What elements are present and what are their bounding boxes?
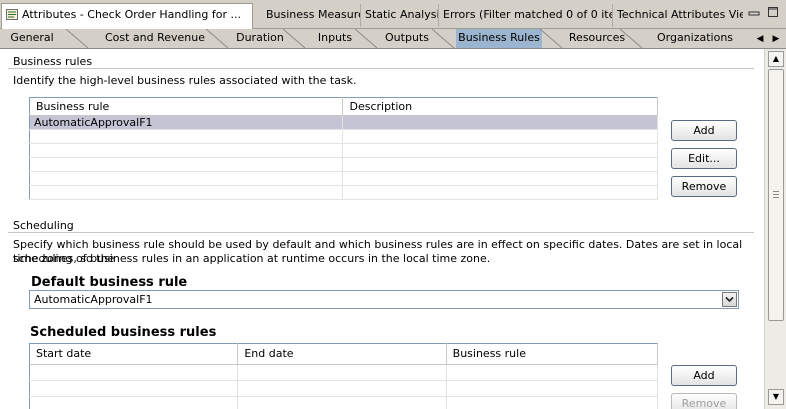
column-end-date[interactable]: End date (237, 343, 447, 365)
tab-errors-label: Errors (Filter matched 0 of 0 items) (443, 8, 612, 21)
table-row[interactable] (29, 364, 659, 381)
column-description[interactable]: Description (342, 97, 658, 116)
table-row[interactable] (29, 143, 658, 158)
tab-scroll-left-icon[interactable]: ◀ (754, 32, 766, 46)
cell-business-rule[interactable]: AutomaticApprovalF1 (29, 115, 344, 130)
scheduling-description-2: scheduling of business rules in an appli… (13, 252, 491, 265)
default-rule-dropdown[interactable]: AutomaticApprovalF1 (29, 290, 739, 309)
column-business-rule[interactable]: Business rule (446, 343, 659, 365)
scroll-up-icon[interactable]: ▲ (768, 51, 784, 67)
tab-separators (65, 29, 643, 48)
table-row[interactable] (29, 157, 658, 172)
table-header-row: Start date End date Business rule (29, 343, 659, 365)
table-row[interactable] (29, 380, 659, 397)
cell-description[interactable] (342, 115, 658, 130)
business-rules-description: Identify the high-level business rules a… (13, 74, 357, 87)
column-start-date[interactable]: Start date (29, 343, 239, 365)
edit-rule-button[interactable]: Edit... (671, 148, 737, 169)
add-rule-button[interactable]: Add (671, 120, 737, 141)
view-tab-bar: Attributes - Check Order Handling for ..… (0, 0, 786, 29)
business-rules-header: Business rules (13, 55, 93, 68)
table-row[interactable] (29, 129, 658, 144)
business-rules-table[interactable]: Business rule Description AutomaticAppro… (29, 97, 658, 200)
scrollbar-thumb[interactable] (768, 69, 784, 321)
scheduling-header: Scheduling (13, 219, 74, 232)
table-row[interactable] (29, 396, 659, 409)
divider (8, 232, 754, 233)
minimize-icon[interactable] (746, 6, 762, 22)
tab-scroll-right-icon[interactable]: ▶ (770, 32, 782, 46)
default-rule-header: Default business rule (31, 275, 188, 290)
table-row[interactable]: AutomaticApprovalF1 (29, 115, 658, 130)
tab-attributes-label: Attributes - Check Order Handling for ..… (22, 8, 241, 21)
tab-static-analysis-label: Static Analysis (365, 8, 439, 21)
table-row[interactable] (29, 185, 658, 200)
column-business-rule[interactable]: Business rule (29, 97, 344, 116)
tab-technical-attributes-label: Technical Attributes View (617, 8, 743, 21)
remove-schedule-button[interactable]: Remove (671, 393, 737, 409)
tab-errors[interactable]: Errors (Filter matched 0 of 0 items) (439, 4, 613, 27)
attributes-icon (6, 6, 18, 20)
divider (8, 68, 754, 69)
business-rules-panel: Business rules Identify the high-level b… (0, 49, 764, 409)
default-rule-value: AutomaticApprovalF1 (34, 293, 153, 306)
tab-technical-attributes[interactable]: Technical Attributes View (613, 4, 743, 27)
tab-business-measures-label: Business Measures (266, 8, 361, 21)
tab-attributes[interactable]: Attributes - Check Order Handling for ..… (1, 3, 253, 29)
maximize-icon[interactable] (765, 6, 781, 22)
vertical-scrollbar[interactable]: ▲ ▼ (764, 49, 786, 409)
tab-business-measures[interactable]: Business Measures (262, 4, 361, 27)
table-row[interactable] (29, 171, 658, 186)
scroll-down-icon[interactable]: ▼ (768, 389, 784, 405)
remove-rule-button[interactable]: Remove (671, 176, 737, 197)
scheduled-rules-table[interactable]: Start date End date Business rule (29, 343, 659, 409)
scheduled-rules-header: Scheduled business rules (30, 325, 217, 340)
chevron-down-icon[interactable] (722, 292, 737, 307)
table-header-row: Business rule Description (29, 97, 658, 116)
section-tab-bar: General Cost and Revenue Duration Inputs… (0, 29, 786, 49)
add-schedule-button[interactable]: Add (671, 365, 737, 386)
tab-static-analysis[interactable]: Static Analysis (361, 4, 439, 27)
